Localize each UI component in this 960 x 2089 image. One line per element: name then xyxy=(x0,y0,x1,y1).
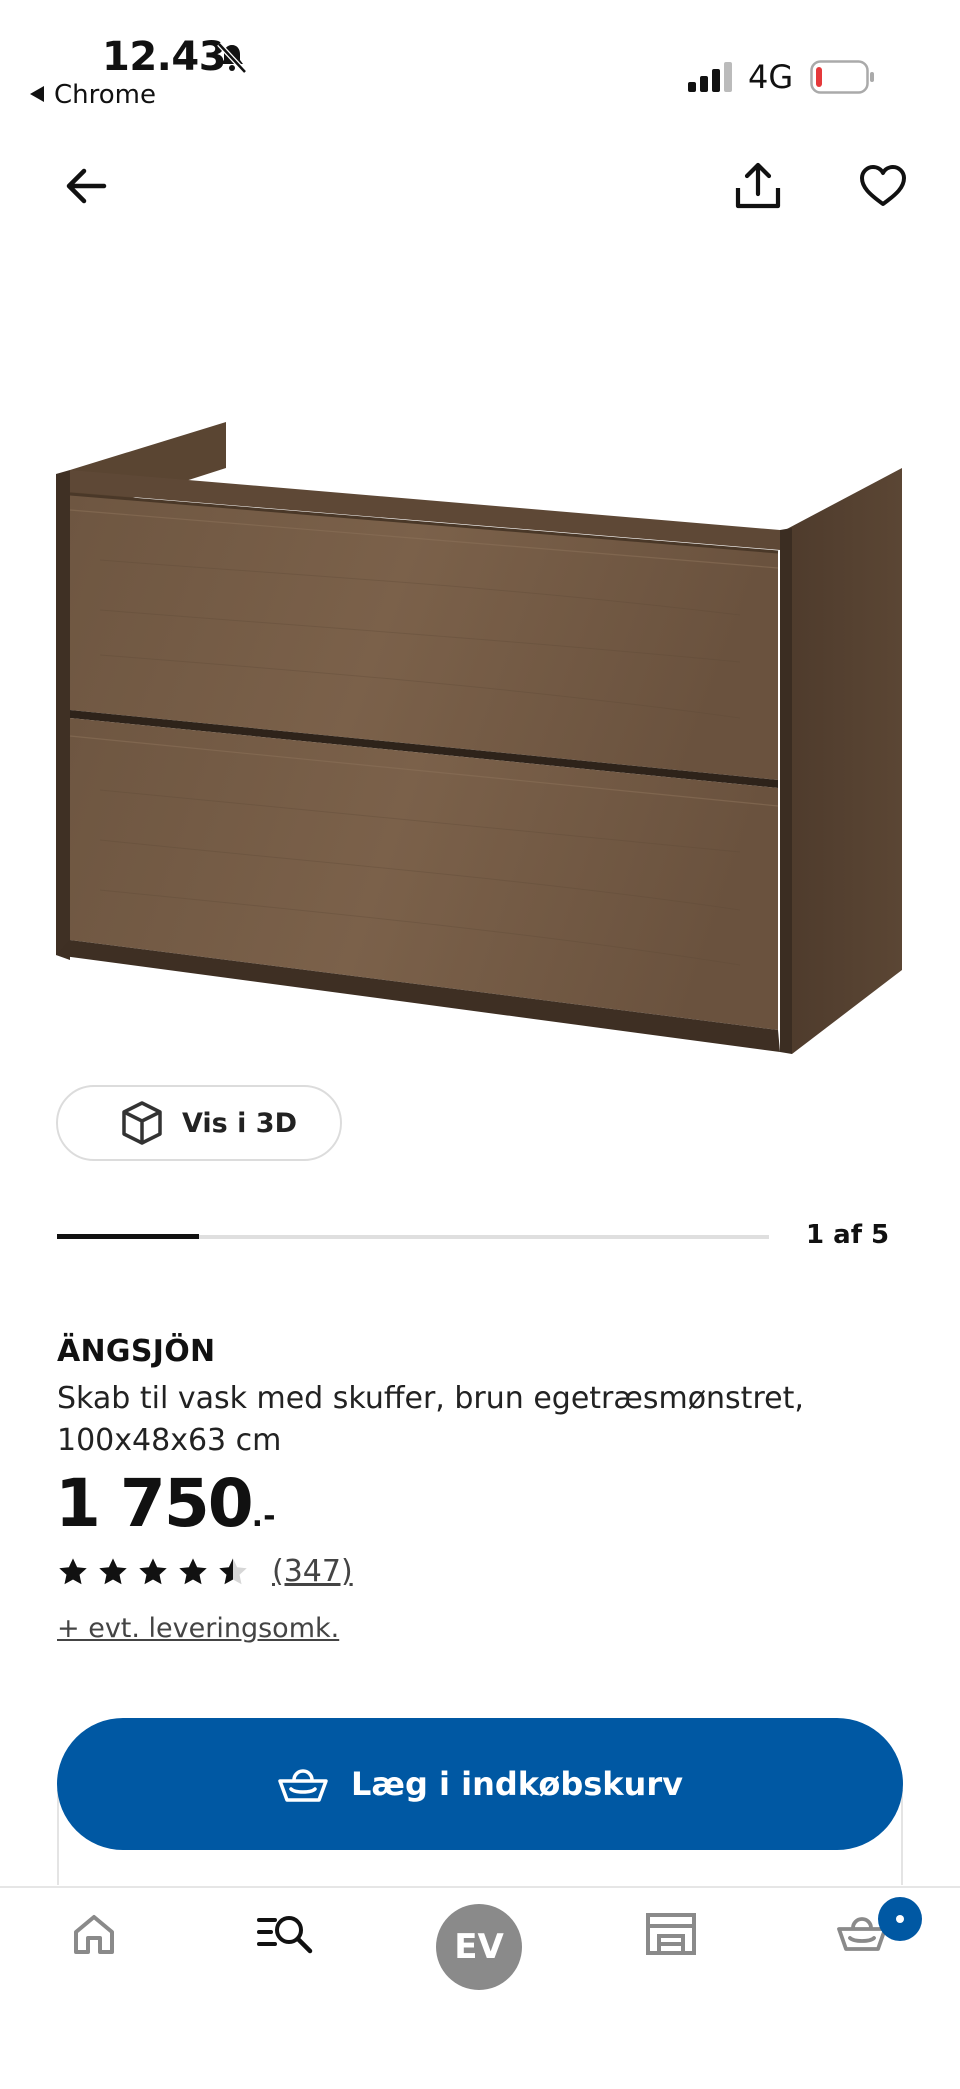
profile-avatar[interactable]: EV xyxy=(436,1904,522,1990)
search-list-icon[interactable] xyxy=(257,1910,315,1958)
star-half-icon xyxy=(219,1558,247,1585)
cart-badge xyxy=(878,1897,922,1941)
back-triangle-icon xyxy=(30,86,44,102)
home-icon[interactable] xyxy=(70,1910,118,1958)
review-count-link[interactable]: (347) xyxy=(272,1554,353,1589)
bell-muted-icon xyxy=(217,42,247,74)
store-icon[interactable] xyxy=(645,1910,697,1958)
view-in-3d-label: Vis i 3D xyxy=(182,1107,298,1139)
gallery-counter: 1 af 5 xyxy=(806,1220,890,1250)
cube-3d-icon xyxy=(122,1101,162,1145)
signal-icon xyxy=(688,62,732,92)
back-app-label: Chrome xyxy=(54,80,156,110)
product-description: Skab til vask med skuffer, brun egetræsm… xyxy=(57,1381,804,1458)
add-to-cart-button[interactable]: Læg i indkøbskurv xyxy=(57,1718,903,1850)
product-name: ÄNGSJÖN xyxy=(57,1334,216,1369)
price-suffix: .- xyxy=(251,1499,276,1534)
share-icon[interactable] xyxy=(730,158,786,214)
back-to-app-link[interactable]: Chrome xyxy=(30,80,156,110)
network-type: 4G xyxy=(748,58,794,96)
arrow-left-icon[interactable] xyxy=(58,158,114,214)
add-to-cart-label: Læg i indkøbskurv xyxy=(351,1765,683,1803)
card-border xyxy=(57,1790,59,1885)
star-full-icon xyxy=(99,1558,127,1585)
product-image[interactable] xyxy=(40,400,920,1080)
product-price: 1 750.- xyxy=(55,1465,276,1542)
cart-badge-dot xyxy=(896,1915,904,1923)
star-full-icon xyxy=(139,1558,167,1585)
star-full-icon xyxy=(179,1558,207,1585)
view-in-3d-button[interactable]: Vis i 3D xyxy=(56,1085,342,1161)
basket-icon xyxy=(278,1769,328,1802)
price-value: 1 750 xyxy=(55,1465,254,1542)
profile-initials: EV xyxy=(454,1927,504,1967)
card-border xyxy=(901,1790,903,1885)
star-full-icon xyxy=(59,1558,87,1585)
delivery-cost-link[interactable]: + evt. leveringsomk. xyxy=(57,1613,339,1644)
gallery-progress-fill xyxy=(57,1234,200,1239)
status-time: 12.43 xyxy=(102,34,227,80)
heart-icon[interactable] xyxy=(855,158,911,214)
battery-icon xyxy=(810,60,874,94)
rating-stars[interactable] xyxy=(57,1556,249,1588)
